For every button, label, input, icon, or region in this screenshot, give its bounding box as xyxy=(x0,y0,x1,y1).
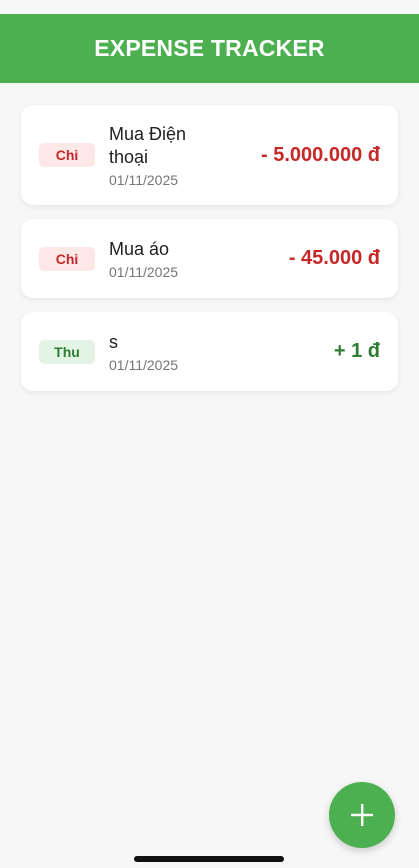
add-transaction-button[interactable] xyxy=(329,782,395,848)
page-title: EXPENSE TRACKER xyxy=(94,35,325,61)
home-indicator xyxy=(134,856,284,862)
transaction-title: Mua áo xyxy=(109,238,170,259)
transaction-type-badge: Chi xyxy=(39,246,95,271)
transaction-title: Mua Điện thoại xyxy=(109,123,187,167)
transaction-list: Chi Mua Điện thoại 01/11/2025 - 5.000.00… xyxy=(0,83,419,391)
transaction-date: 01/11/2025 xyxy=(109,171,179,188)
plus-icon xyxy=(349,802,375,828)
transaction-item[interactable]: Chi Mua Điện thoại 01/11/2025 - 5.000.00… xyxy=(21,105,398,205)
transaction-date: 01/11/2025 xyxy=(109,263,179,280)
transaction-info: Mua áo 01/11/2025 xyxy=(109,238,281,280)
transaction-type-badge: Thu xyxy=(39,339,95,364)
transaction-title: s xyxy=(109,331,118,352)
transaction-item[interactable]: Thu s 01/11/2025 + 1 đ xyxy=(21,312,398,391)
transaction-info: Mua Điện thoại 01/11/2025 xyxy=(109,123,253,188)
transaction-info: s 01/11/2025 xyxy=(109,331,326,373)
transaction-amount: + 1 đ xyxy=(333,340,380,362)
app-screen: EXPENSE TRACKER Chi Mua Điện thoại 01/11… xyxy=(0,0,419,868)
transaction-type-badge: Chi xyxy=(39,143,95,167)
transaction-amount: - 5.000.000 đ xyxy=(261,143,380,166)
transaction-date: 01/11/2025 xyxy=(109,356,179,373)
transaction-amount: - 45.000 đ xyxy=(288,247,380,269)
transaction-item[interactable]: Chi Mua áo 01/11/2025 - 45.000 đ xyxy=(21,219,398,298)
app-header: EXPENSE TRACKER xyxy=(0,14,419,83)
status-bar xyxy=(0,0,419,14)
